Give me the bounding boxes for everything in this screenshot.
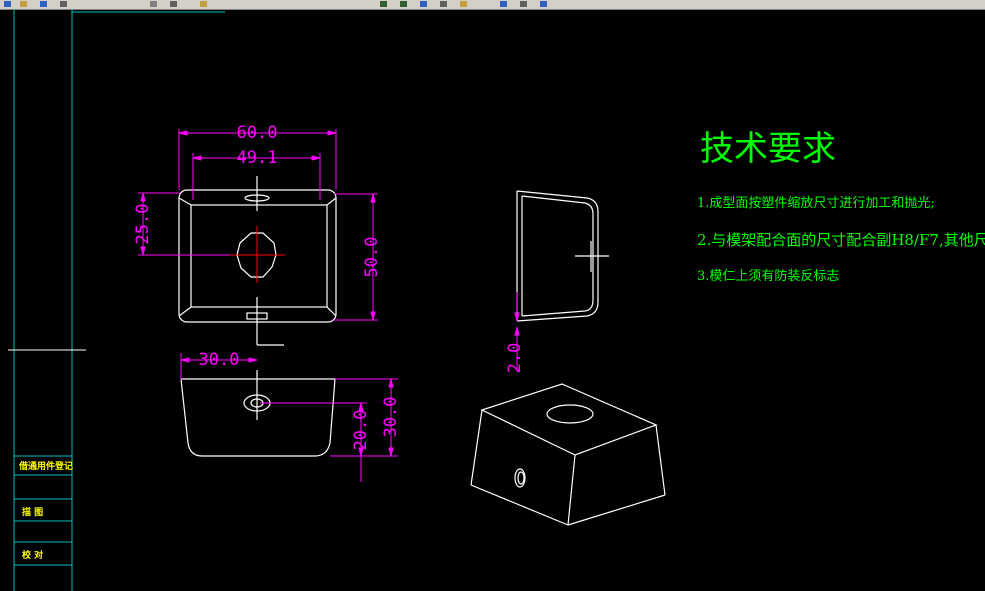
redo-icon[interactable] [400,1,407,7]
left-frame [13,9,225,591]
tech-requirement-2: 2.与模架配合面的尺寸配合副H8/F7,其他尺寸按IT9 [697,231,985,249]
title-block-label-check: 校 对 [22,549,43,561]
pan-icon[interactable] [440,1,447,7]
dim-top-width-inner: 49.1 [237,148,278,168]
properties-icon[interactable] [500,1,507,7]
save-icon[interactable] [40,1,47,7]
isometric-view[interactable] [470,383,666,526]
dim-front-hole-height: 20.0 [351,410,371,451]
dim-left-height: 25.0 [133,204,153,245]
section-view[interactable]: 2.0 [505,190,609,374]
dim-front-total-height: 30.0 [381,397,401,438]
print-icon[interactable] [60,1,67,7]
title-block-label-trace: 描 图 [22,506,43,518]
match-icon[interactable] [520,1,527,7]
tech-requirement-1: 1.成型面按塑件缩放尺寸进行加工和抛光; [697,195,935,211]
zoom-icon[interactable] [420,1,427,7]
dim-top-width-outer: 60.0 [237,123,278,143]
new-file-icon[interactable] [4,1,11,7]
top-view[interactable]: 60.0 49.1 25.0 50.0 [133,123,382,346]
cut-icon[interactable] [150,1,157,7]
dim-front-offset: 30.0 [199,350,240,370]
tech-requirement-3: 3.模仁上须有防装反标志 [697,268,839,284]
dim-section-thickness: 2.0 [505,343,525,374]
undo-icon[interactable] [380,1,387,7]
front-view[interactable]: 30.0 20.0 30.0 [180,350,401,482]
tech-requirements-heading: 技术要求 [700,129,836,169]
help-icon[interactable] [540,1,547,7]
dim-right-height: 50.0 [362,237,382,278]
paste-icon[interactable] [200,1,207,7]
open-icon[interactable] [20,1,27,7]
layer-icon[interactable] [460,1,467,7]
title-block-label-register: 借通用件登记 [18,460,73,472]
copy-icon[interactable] [170,1,177,7]
cad-drawing-area[interactable]: 借通用件登记 描 图 校 对 60.0 49.1 25.0 50.0 30.0 … [0,9,985,591]
